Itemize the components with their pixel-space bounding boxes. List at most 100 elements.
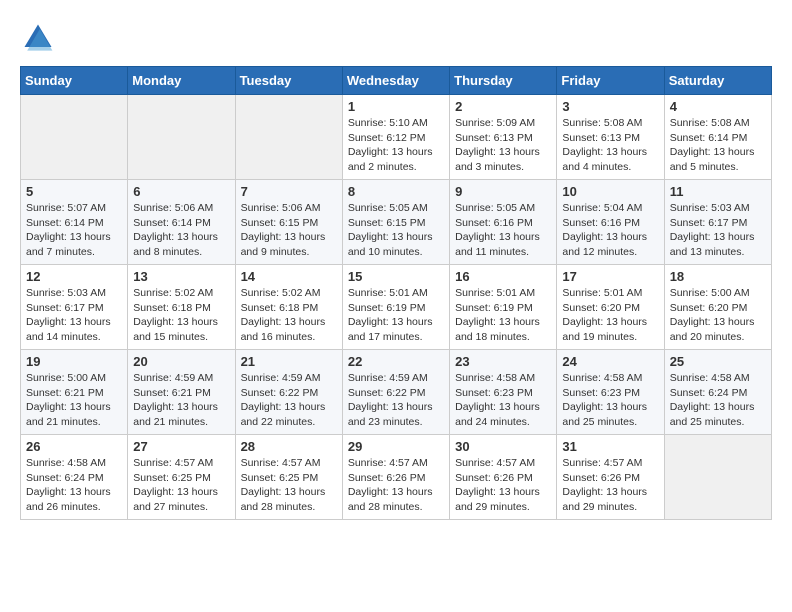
- day-info: Sunrise: 5:00 AM Sunset: 6:21 PM Dayligh…: [26, 371, 122, 430]
- day-number: 11: [670, 184, 766, 199]
- day-number: 10: [562, 184, 658, 199]
- day-number: 23: [455, 354, 551, 369]
- calendar-cell: 15 Sunrise: 5:01 AM Sunset: 6:19 PM Dayli…: [342, 265, 449, 350]
- day-info: Sunrise: 4:57 AM Sunset: 6:26 PM Dayligh…: [348, 456, 444, 515]
- day-number: 4: [670, 99, 766, 114]
- day-info: Sunrise: 5:03 AM Sunset: 6:17 PM Dayligh…: [670, 201, 766, 260]
- calendar-cell: 13Sunrise: 5:02 AM Sunset: 6:18 PM Dayli…: [128, 265, 235, 350]
- day-info: Sunrise: 4:58 AM Sunset: 6:23 PM Dayligh…: [455, 371, 551, 430]
- day-info: Sunrise: 5:01 AM Sunset: 6:20 PM Dayligh…: [562, 286, 658, 345]
- day-number: 1: [348, 99, 444, 114]
- day-number: 29: [348, 439, 444, 454]
- day-info: Sunrise: 5:04 AM Sunset: 6:16 PM Dayligh…: [562, 201, 658, 260]
- day-number: 8: [348, 184, 444, 199]
- day-number: 18: [670, 269, 766, 284]
- calendar-cell: 14Sunrise: 5:02 AM Sunset: 6:18 PM Dayli…: [235, 265, 342, 350]
- day-number: 28: [241, 439, 337, 454]
- weekday-header-sunday: Sunday: [21, 67, 128, 95]
- calendar-cell: 20 Sunrise: 4:59 AM Sunset: 6:21 PM Dayli…: [128, 350, 235, 435]
- day-number: 24: [562, 354, 658, 369]
- day-info: Sunrise: 5:02 AM Sunset: 6:18 PM Dayligh…: [241, 286, 337, 345]
- day-info: Sunrise: 5:01 AM Sunset: 6:19 PM Dayligh…: [455, 286, 551, 345]
- day-number: 5: [26, 184, 122, 199]
- day-info: Sunrise: 4:58 AM Sunset: 6:24 PM Dayligh…: [670, 371, 766, 430]
- day-number: 3: [562, 99, 658, 114]
- day-number: 2: [455, 99, 551, 114]
- calendar-cell: 1 Sunrise: 5:10 AM Sunset: 6:12 PM Daylig…: [342, 95, 449, 180]
- calendar-week-row: 26Sunrise: 4:58 AM Sunset: 6:24 PM Dayli…: [21, 435, 772, 520]
- calendar-cell: 17 Sunrise: 5:01 AM Sunset: 6:20 PM Dayli…: [557, 265, 664, 350]
- weekday-header-saturday: Saturday: [664, 67, 771, 95]
- day-info: Sunrise: 4:57 AM Sunset: 6:26 PM Dayligh…: [562, 456, 658, 515]
- day-info: Sunrise: 5:06 AM Sunset: 6:15 PM Dayligh…: [241, 201, 337, 260]
- day-info: Sunrise: 4:59 AM Sunset: 6:22 PM Dayligh…: [241, 371, 337, 430]
- calendar-cell: 29 Sunrise: 4:57 AM Sunset: 6:26 PM Dayli…: [342, 435, 449, 520]
- logo-icon: [20, 20, 56, 56]
- calendar-cell: 7 Sunrise: 5:06 AM Sunset: 6:15 PM Daylig…: [235, 180, 342, 265]
- day-number: 26: [26, 439, 122, 454]
- day-info: Sunrise: 5:05 AM Sunset: 6:15 PM Dayligh…: [348, 201, 444, 260]
- day-info: Sunrise: 4:57 AM Sunset: 6:26 PM Dayligh…: [455, 456, 551, 515]
- day-info: Sunrise: 5:08 AM Sunset: 6:13 PM Dayligh…: [562, 116, 658, 175]
- day-number: 7: [241, 184, 337, 199]
- day-number: 30: [455, 439, 551, 454]
- day-number: 21: [241, 354, 337, 369]
- calendar-cell: [235, 95, 342, 180]
- day-info: Sunrise: 5:03 AM Sunset: 6:17 PM Dayligh…: [26, 286, 122, 345]
- logo: [20, 20, 60, 56]
- calendar-cell: [128, 95, 235, 180]
- page-header: [20, 20, 772, 56]
- day-info: Sunrise: 5:07 AM Sunset: 6:14 PM Dayligh…: [26, 201, 122, 260]
- day-info: Sunrise: 5:02 AM Sunset: 6:18 PM Dayligh…: [133, 286, 229, 345]
- calendar-cell: 24 Sunrise: 4:58 AM Sunset: 6:23 PM Dayli…: [557, 350, 664, 435]
- calendar-cell: 4 Sunrise: 5:08 AM Sunset: 6:14 PM Daylig…: [664, 95, 771, 180]
- calendar-cell: [21, 95, 128, 180]
- day-info: Sunrise: 5:01 AM Sunset: 6:19 PM Dayligh…: [348, 286, 444, 345]
- day-number: 12: [26, 269, 122, 284]
- weekday-header-thursday: Thursday: [450, 67, 557, 95]
- day-info: Sunrise: 5:05 AM Sunset: 6:16 PM Dayligh…: [455, 201, 551, 260]
- calendar-body: 1 Sunrise: 5:10 AM Sunset: 6:12 PM Daylig…: [21, 95, 772, 520]
- calendar-cell: 31 Sunrise: 4:57 AM Sunset: 6:26 PM Dayli…: [557, 435, 664, 520]
- day-number: 19: [26, 354, 122, 369]
- calendar-cell: 10 Sunrise: 5:04 AM Sunset: 6:16 PM Dayli…: [557, 180, 664, 265]
- day-number: 17: [562, 269, 658, 284]
- day-info: Sunrise: 4:58 AM Sunset: 6:23 PM Dayligh…: [562, 371, 658, 430]
- calendar-cell: 3 Sunrise: 5:08 AM Sunset: 6:13 PM Daylig…: [557, 95, 664, 180]
- calendar-cell: 12 Sunrise: 5:03 AM Sunset: 6:17 PM Dayli…: [21, 265, 128, 350]
- calendar-cell: 5 Sunrise: 5:07 AM Sunset: 6:14 PM Daylig…: [21, 180, 128, 265]
- calendar-cell: [664, 435, 771, 520]
- day-number: 20: [133, 354, 229, 369]
- calendar-week-row: 5 Sunrise: 5:07 AM Sunset: 6:14 PM Daylig…: [21, 180, 772, 265]
- day-info: Sunrise: 4:57 AM Sunset: 6:25 PM Dayligh…: [133, 456, 229, 515]
- calendar-week-row: 19 Sunrise: 5:00 AM Sunset: 6:21 PM Dayli…: [21, 350, 772, 435]
- calendar-cell: 26Sunrise: 4:58 AM Sunset: 6:24 PM Dayli…: [21, 435, 128, 520]
- weekday-header-wednesday: Wednesday: [342, 67, 449, 95]
- calendar-cell: 18Sunrise: 5:00 AM Sunset: 6:20 PM Dayli…: [664, 265, 771, 350]
- calendar-cell: 6 Sunrise: 5:06 AM Sunset: 6:14 PM Daylig…: [128, 180, 235, 265]
- day-number: 22: [348, 354, 444, 369]
- calendar-cell: 23 Sunrise: 4:58 AM Sunset: 6:23 PM Dayli…: [450, 350, 557, 435]
- day-number: 9: [455, 184, 551, 199]
- day-info: Sunrise: 4:59 AM Sunset: 6:22 PM Dayligh…: [348, 371, 444, 430]
- day-info: Sunrise: 4:59 AM Sunset: 6:21 PM Dayligh…: [133, 371, 229, 430]
- day-number: 27: [133, 439, 229, 454]
- day-number: 31: [562, 439, 658, 454]
- day-info: Sunrise: 5:06 AM Sunset: 6:14 PM Dayligh…: [133, 201, 229, 260]
- day-number: 25: [670, 354, 766, 369]
- calendar-header: SundayMondayTuesdayWednesdayThursdayFrid…: [21, 67, 772, 95]
- day-number: 16: [455, 269, 551, 284]
- calendar-cell: 28 Sunrise: 4:57 AM Sunset: 6:25 PM Dayli…: [235, 435, 342, 520]
- calendar-cell: 9 Sunrise: 5:05 AM Sunset: 6:16 PM Daylig…: [450, 180, 557, 265]
- calendar-table: SundayMondayTuesdayWednesdayThursdayFrid…: [20, 66, 772, 520]
- calendar-cell: 25 Sunrise: 4:58 AM Sunset: 6:24 PM Dayli…: [664, 350, 771, 435]
- day-info: Sunrise: 5:10 AM Sunset: 6:12 PM Dayligh…: [348, 116, 444, 175]
- day-number: 15: [348, 269, 444, 284]
- calendar-cell: 2Sunrise: 5:09 AM Sunset: 6:13 PM Daylig…: [450, 95, 557, 180]
- calendar-cell: 27 Sunrise: 4:57 AM Sunset: 6:25 PM Dayli…: [128, 435, 235, 520]
- day-info: Sunrise: 4:57 AM Sunset: 6:25 PM Dayligh…: [241, 456, 337, 515]
- day-info: Sunrise: 5:08 AM Sunset: 6:14 PM Dayligh…: [670, 116, 766, 175]
- calendar-cell: 30 Sunrise: 4:57 AM Sunset: 6:26 PM Dayli…: [450, 435, 557, 520]
- day-number: 6: [133, 184, 229, 199]
- weekday-header-row: SundayMondayTuesdayWednesdayThursdayFrid…: [21, 67, 772, 95]
